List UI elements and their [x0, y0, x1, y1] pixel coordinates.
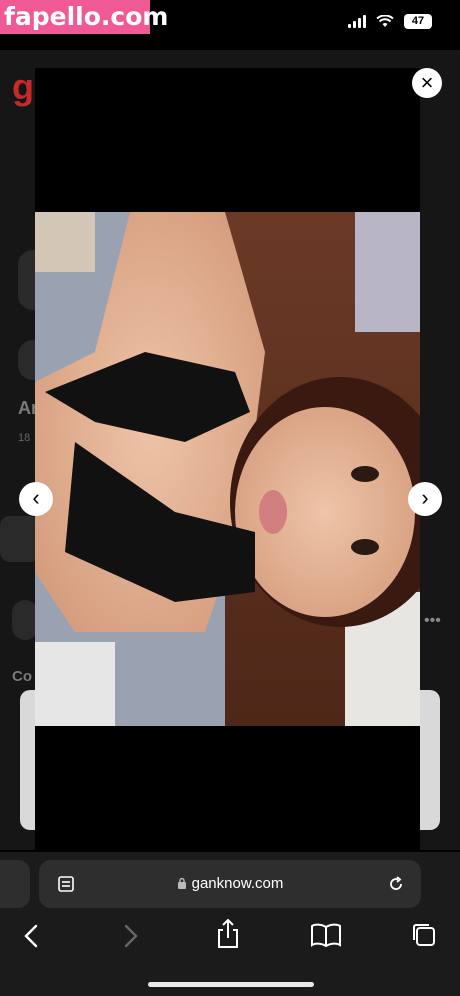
lock-icon	[177, 877, 186, 889]
more-options-icon: •••	[424, 612, 441, 629]
wifi-icon	[376, 15, 394, 27]
watermark-logo: fapello.com	[0, 0, 168, 34]
back-icon[interactable]	[20, 922, 44, 950]
battery-indicator: 47	[404, 14, 432, 29]
previous-photo-button[interactable]: ‹	[19, 482, 53, 516]
forward-icon[interactable]	[118, 922, 142, 950]
section-heading: Co	[12, 668, 32, 685]
close-button[interactable]: ×	[412, 68, 442, 98]
reload-icon[interactable]	[387, 875, 405, 893]
background-button	[0, 516, 40, 562]
tabs-icon[interactable]	[410, 921, 438, 949]
home-indicator[interactable]	[148, 982, 314, 987]
lightbox-photo	[35, 212, 420, 726]
cellular-signal-icon	[348, 15, 366, 28]
url-display[interactable]: ganknow.com	[39, 875, 421, 892]
status-bar: 47	[348, 14, 432, 29]
site-logo: g	[12, 66, 34, 107]
follower-count: 18	[18, 432, 31, 444]
share-icon[interactable]	[214, 918, 242, 950]
address-bar[interactable]: ganknow.com	[39, 860, 421, 908]
photo-image	[35, 212, 420, 726]
url-text: ganknow.com	[191, 875, 284, 892]
bookmarks-icon[interactable]	[310, 922, 342, 948]
next-photo-button[interactable]: ›	[408, 482, 442, 516]
previous-tab-preview[interactable]	[0, 860, 30, 908]
